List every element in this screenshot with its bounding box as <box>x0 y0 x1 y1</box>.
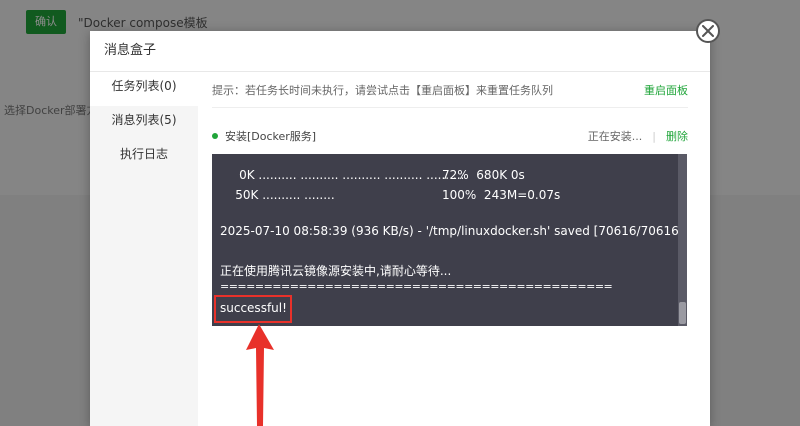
red-arrow-icon <box>246 324 274 426</box>
log-line-2-progress: 100% 243M=0.07s <box>442 188 561 202</box>
close-dialog-button[interactable] <box>696 19 720 43</box>
task-separator: | <box>652 129 656 143</box>
divider <box>212 107 688 108</box>
log-line-separator: ========================================… <box>220 280 613 293</box>
message-box-dialog: 消息盒子 任务列表(0) 消息列表(5) 执行日志 提示：若任务长时间未执行，请… <box>90 31 710 426</box>
tip-bar: 提示：若任务长时间未执行，请尝试点击【重启面板】来重置任务队列 重启面板 <box>212 82 688 98</box>
delete-task-link[interactable]: 删除 <box>666 128 688 144</box>
tip-text: 提示：若任务长时间未执行，请尝试点击【重启面板】来重置任务队列 <box>212 84 553 97</box>
restart-panel-link[interactable]: 重启面板 <box>644 82 688 98</box>
sidebar-item-message-list[interactable]: 消息列表(5) <box>90 106 198 140</box>
log-line-mirror: 正在使用腾讯云镜像源安装中,请耐心等待... <box>220 264 452 278</box>
status-dot-icon <box>212 133 218 139</box>
dialog-sidebar: 任务列表(0) 消息列表(5) 执行日志 <box>90 72 198 426</box>
successful-highlight-box <box>214 295 292 323</box>
task-status: 正在安装... <box>587 130 643 143</box>
log-line-1: 0K .......... .......... .......... ....… <box>220 168 465 182</box>
log-line-2: 50K .......... ........ <box>220 188 335 202</box>
task-row: 安装[Docker服务] 正在安装... | 删除 <box>212 128 688 144</box>
log-line-saved: 2025-07-10 08:58:39 (936 KB/s) - '/tmp/l… <box>220 224 684 238</box>
console-scrollbar[interactable] <box>678 154 687 326</box>
task-name: 安装[Docker服务] <box>225 130 317 143</box>
sidebar-item-task-list[interactable]: 任务列表(0) <box>90 72 198 106</box>
console-scrollbar-thumb[interactable] <box>679 302 686 324</box>
log-line-1-progress: 72% 680K 0s <box>442 168 525 182</box>
dialog-title: 消息盒子 <box>90 31 710 72</box>
close-icon <box>702 25 714 37</box>
sidebar-item-execution-log[interactable]: 执行日志 <box>90 140 198 174</box>
